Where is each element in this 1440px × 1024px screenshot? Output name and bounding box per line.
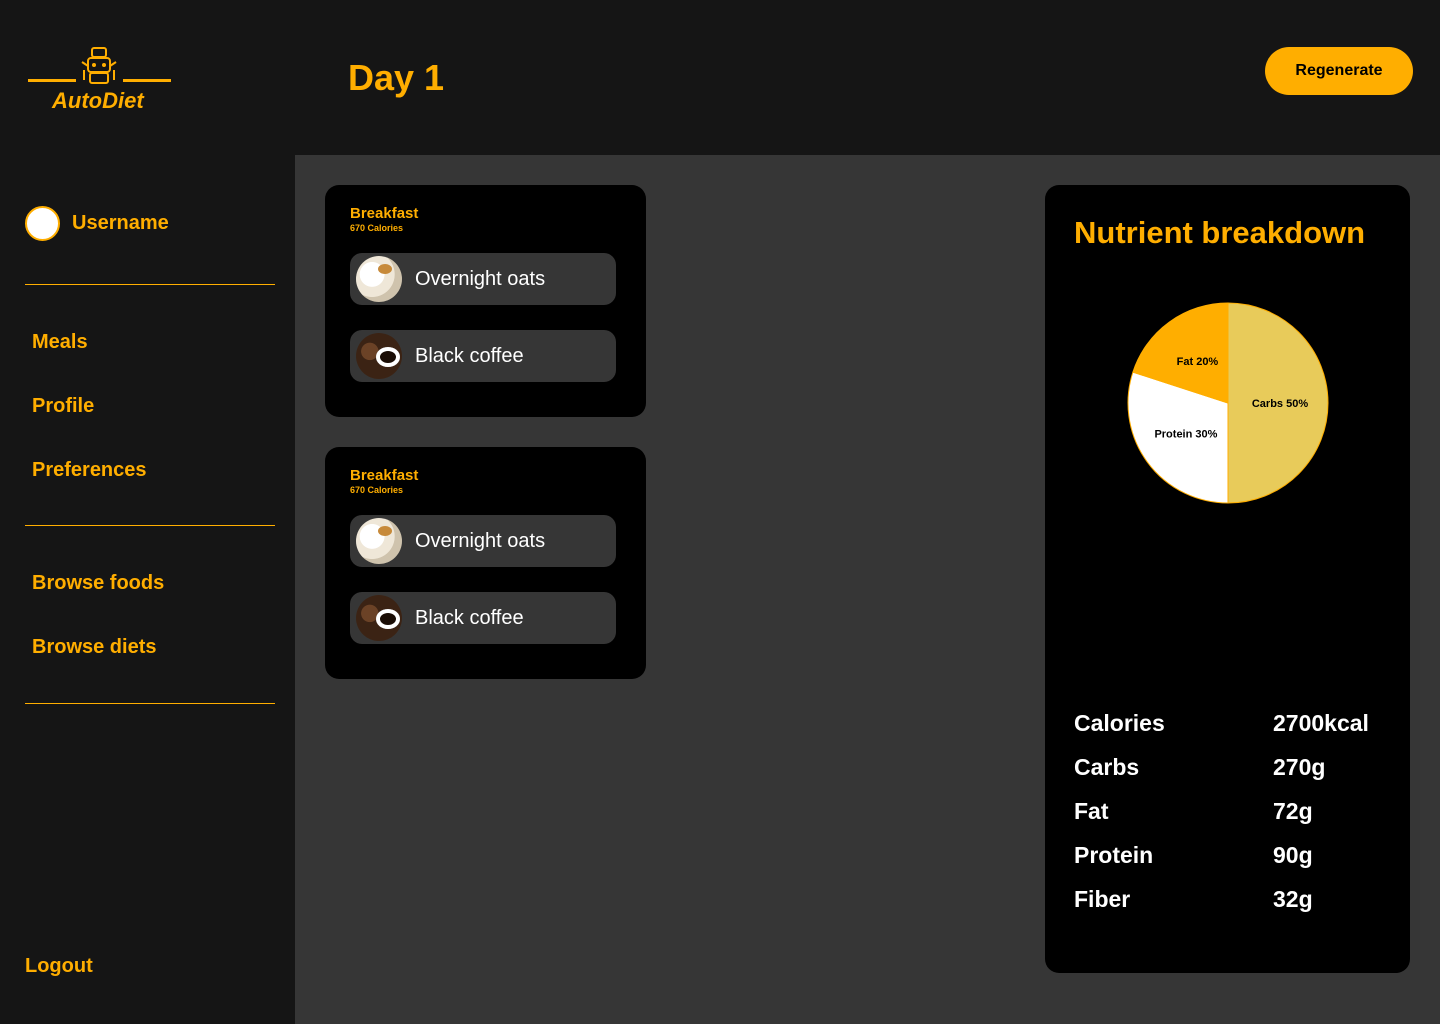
meal-card: Breakfast 670 Calories Overnight oats Bl… [325,447,646,679]
chef-robot-icon [81,47,117,84]
divider [25,525,275,526]
nutrient-panel: Nutrient breakdown Carbs 50% Protein 30% F… [1045,185,1410,973]
meal-calories: 670 Calories [350,223,404,233]
logo-line-left [28,79,76,82]
stat-label: Fiber [1074,886,1131,912]
stat-value: 90g [1273,842,1313,868]
food-item-overnight-oats[interactable]: Overnight oats [350,253,616,305]
nutrient-pie-chart: Carbs 50% Protein 30% Fat 20% [1125,300,1331,506]
regenerate-button[interactable]: Regenerate [1265,47,1413,95]
app: AutoDiet Username Meals Profile Preferen… [0,0,1440,1024]
nav-browse-diets[interactable]: Browse diets [32,636,156,659]
pie-label-protein: Protein 30% [1154,429,1217,441]
food-name: Black coffee [415,606,524,629]
stat-row-calories: Calories 2700kcal [1074,710,1394,754]
user-profile[interactable]: Username [25,205,169,241]
stat-label: Calories [1074,710,1165,736]
nav-profile[interactable]: Profile [32,395,94,418]
black-coffee-image [356,595,402,641]
food-item-black-coffee[interactable]: Black coffee [350,592,616,644]
stat-label: Carbs [1074,754,1140,780]
meal-title: Breakfast [350,467,419,484]
black-coffee-image [356,333,402,379]
food-item-black-coffee[interactable]: Black coffee [350,330,616,382]
stat-row-fat: Fat 72g [1074,798,1394,842]
divider [25,703,275,704]
nav-preferences[interactable]: Preferences [32,459,147,482]
nutrient-stats: Calories 2700kcal Carbs 270g Fat 72g Pro… [1074,710,1394,930]
pie-label-carbs: Carbs 50% [1252,398,1308,410]
stat-label: Fat [1074,798,1109,824]
app-name: AutoDiet [52,88,144,113]
nav-browse-foods[interactable]: Browse foods [32,572,164,595]
food-name: Black coffee [415,344,524,367]
stat-row-protein: Protein 90g [1074,842,1394,886]
avatar [25,205,60,241]
food-item-overnight-oats[interactable]: Overnight oats [350,515,616,567]
main-content: Breakfast 670 Calories Overnight oats Bl… [295,155,1440,1024]
nutrient-title: Nutrient breakdown [1074,215,1366,250]
overnight-oats-image [356,256,402,302]
header: Day 1 Regenerate [295,0,1440,155]
page-title: Day 1 [348,57,445,98]
stat-row-fiber: Fiber 32g [1074,886,1394,930]
overnight-oats-image [356,518,402,564]
food-name: Overnight oats [415,267,546,290]
stat-label: Protein [1074,842,1154,868]
meal-calories: 670 Calories [350,485,404,495]
meal-card: Breakfast 670 Calories Overnight oats Bl… [325,185,646,417]
stat-value: 72g [1273,798,1313,824]
stat-value: 32g [1273,886,1313,912]
stat-value: 2700kcal [1273,710,1369,736]
food-name: Overnight oats [415,529,546,552]
app-logo[interactable]: AutoDiet [28,44,173,114]
sidebar: AutoDiet Username Meals Profile Preferen… [0,0,295,1024]
pie-label-fat: Fat 20% [1177,356,1219,368]
stat-value: 270g [1273,754,1326,780]
divider [25,284,275,285]
username: Username [72,211,169,234]
nav-meals[interactable]: Meals [32,331,88,354]
stat-row-carbs: Carbs 270g [1074,754,1394,798]
logout-link[interactable]: Logout [25,955,93,978]
pie-svg: Carbs 50% Protein 30% Fat 20% [1127,302,1329,504]
meal-title: Breakfast [350,205,419,222]
logo-line-right [123,79,171,82]
